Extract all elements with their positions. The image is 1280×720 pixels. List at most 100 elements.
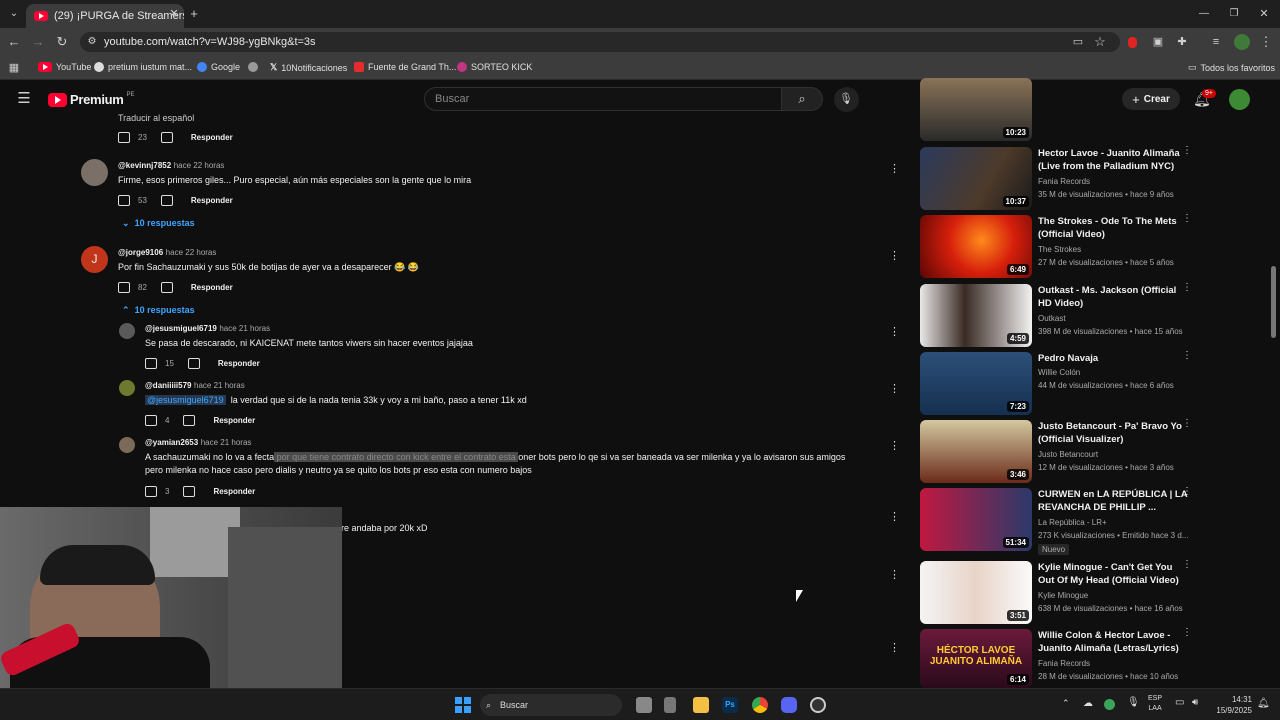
browser-menu-icon[interactable]: ⋮	[1258, 34, 1274, 50]
discord-icon[interactable]	[781, 697, 797, 713]
like-icon[interactable]	[145, 358, 157, 369]
recommended-video[interactable]: 10:23	[920, 78, 1190, 142]
new-tab-icon[interactable]: +	[186, 6, 202, 22]
photoshop-icon[interactable]: Ps	[722, 697, 738, 713]
voice-search-button[interactable]: 🎙	[834, 87, 859, 112]
hide-replies-button[interactable]: ⌃ 10 respuestas	[122, 305, 195, 316]
bookmark-x[interactable]: 𝕏 10Notificaciones	[270, 62, 347, 73]
search-button[interactable]: ⌕	[781, 87, 823, 111]
browser-tab[interactable]: (29) ¡PURGA de Streamers l	[26, 4, 184, 28]
video-thumbnail[interactable]: HÉCTOR LAVOE JUANITO ALIMAÑA 6:14	[920, 629, 1032, 688]
comment-menu-icon[interactable]: ⋮	[889, 164, 900, 179]
like-icon[interactable]	[145, 415, 157, 426]
comment-author[interactable]: @jorge9106	[118, 248, 163, 257]
windows-start-icon[interactable]	[455, 697, 471, 713]
page-scrollbar[interactable]	[1271, 266, 1276, 338]
taskbar-search[interactable]: ⌕ Buscar	[480, 694, 622, 716]
show-hidden-icons[interactable]: ⌃	[1062, 698, 1070, 709]
apps-grid-icon[interactable]: ▦	[6, 60, 22, 76]
video-menu-icon[interactable]: ⋮	[1182, 628, 1192, 638]
minimize-icon[interactable]: —	[1196, 6, 1212, 22]
site-info-icon[interactable]: ⚙	[84, 34, 100, 50]
recommended-video[interactable]: 7:23 Pedro Navaja Willie Colón 44 M de v…	[920, 351, 1192, 415]
reading-list-icon[interactable]: ≡	[1208, 34, 1224, 50]
bookmark-sorteo[interactable]: SORTEO KICK	[457, 62, 532, 72]
create-button[interactable]: + Crear	[1122, 88, 1180, 110]
youtube-logo[interactable]: Premium PE	[48, 92, 135, 107]
dislike-icon[interactable]	[183, 486, 196, 497]
recommended-video[interactable]: 3:46 Justo Betancourt - Pa' Bravo Yo (Of…	[920, 419, 1192, 483]
comment-menu-icon[interactable]: ⋮	[889, 441, 900, 456]
cast-icon[interactable]: ▭	[1070, 34, 1086, 50]
onedrive-icon[interactable]: ☁	[1083, 698, 1093, 709]
recommended-video[interactable]: 6:49 The Strokes - Ode To The Mets (Offi…	[920, 214, 1192, 278]
comment-author[interactable]: @kevinnj7852	[118, 161, 171, 170]
volume-icon[interactable]: 🔊︎	[1192, 697, 1198, 708]
like-icon[interactable]	[118, 282, 130, 293]
close-window-icon[interactable]: ✕	[1256, 6, 1272, 22]
chrome-icon[interactable]	[752, 697, 768, 713]
recommended-video[interactable]: 4:59 Outkast - Ms. Jackson (Official HD …	[920, 283, 1192, 347]
tray-app-icon[interactable]	[1104, 699, 1115, 710]
reply-button[interactable]: Responder	[213, 416, 255, 425]
avatar[interactable]	[119, 380, 135, 396]
notification-center-icon[interactable]: 🔔︎	[1257, 698, 1270, 709]
video-menu-icon[interactable]: ⋮	[1182, 214, 1192, 224]
extension-icon[interactable]: ▣	[1150, 34, 1166, 50]
avatar[interactable]: J	[81, 246, 108, 273]
comment-menu-icon[interactable]: ⋮	[889, 643, 900, 658]
reply-button[interactable]: Responder	[191, 196, 233, 205]
video-thumbnail[interactable]: 6:49	[920, 215, 1032, 278]
view-replies-button[interactable]: ⌄ 10 respuestas	[122, 218, 195, 229]
avatar[interactable]	[119, 437, 135, 453]
all-bookmarks[interactable]: ▭ Todos los favoritos	[1188, 62, 1275, 73]
network-icon[interactable]: ▭	[1175, 697, 1184, 708]
like-icon[interactable]	[118, 195, 130, 206]
file-explorer-icon[interactable]	[693, 697, 709, 713]
comment-menu-icon[interactable]: ⋮	[889, 512, 900, 527]
restore-icon[interactable]: ❐	[1226, 6, 1242, 22]
clock[interactable]: 14:31 15/9/2025	[1212, 694, 1252, 716]
video-menu-icon[interactable]: ⋮	[1182, 487, 1192, 497]
reply-button[interactable]: Responder	[191, 133, 233, 142]
dislike-icon[interactable]	[183, 415, 196, 426]
reply-button[interactable]: Responder	[191, 283, 233, 292]
dislike-icon[interactable]	[160, 282, 173, 293]
profile-avatar[interactable]	[1234, 34, 1250, 50]
avatar[interactable]	[81, 159, 108, 186]
comment-menu-icon[interactable]: ⋮	[889, 384, 900, 399]
dislike-icon[interactable]	[160, 132, 173, 143]
mention-link[interactable]: @jesusmiguel6719	[145, 395, 226, 405]
obs-icon[interactable]	[810, 697, 826, 713]
avatar[interactable]	[119, 323, 135, 339]
bookmark-fuente[interactable]: Fuente de Grand Th...	[354, 62, 456, 72]
video-thumbnail[interactable]: 10:37	[920, 147, 1032, 210]
like-icon[interactable]	[118, 132, 130, 143]
forward-icon[interactable]: →	[30, 34, 46, 50]
app-icon[interactable]	[664, 697, 676, 713]
recommended-video[interactable]: 10:37 Hector Lavoe - Juanito Alimaña (Li…	[920, 146, 1192, 210]
video-thumbnail[interactable]: 3:46	[920, 420, 1032, 483]
language-indicator[interactable]: ESP LAA	[1148, 694, 1162, 714]
translate-text[interactable]: Traducir al español	[118, 113, 194, 123]
extensions-puzzle-icon[interactable]: ✚	[1174, 34, 1190, 50]
comment-author[interactable]: @yamian2653	[145, 438, 198, 447]
reply-button[interactable]: Responder	[213, 487, 255, 496]
recommended-video[interactable]: HÉCTOR LAVOE JUANITO ALIMAÑA 6:14 Willie…	[920, 628, 1192, 688]
comment-menu-icon[interactable]: ⋮	[889, 327, 900, 342]
task-view-icon[interactable]	[636, 697, 652, 713]
recommended-video[interactable]: 3:51 Kylie Minogue - Can't Get You Out O…	[920, 560, 1192, 624]
comment-author[interactable]: @daniiiii579	[145, 381, 191, 390]
video-thumbnail[interactable]: 7:23	[920, 352, 1032, 415]
user-avatar[interactable]	[1229, 89, 1250, 110]
url-field[interactable]: youtube.com/watch?v=WJ98-ygBNkg&t=3s	[80, 32, 1120, 52]
hamburger-menu-icon[interactable]: ☰	[16, 91, 32, 107]
reply-button[interactable]: Responder	[218, 359, 260, 368]
video-menu-icon[interactable]: ⋮	[1182, 560, 1192, 570]
tab-list-icon[interactable]: ⌄	[6, 6, 22, 22]
bookmark-google[interactable]: Google	[197, 62, 240, 72]
video-thumbnail[interactable]: 51:34	[920, 488, 1032, 551]
search-input[interactable]: Buscar	[424, 87, 782, 111]
dislike-icon[interactable]	[187, 358, 200, 369]
video-menu-icon[interactable]: ⋮	[1182, 283, 1192, 293]
